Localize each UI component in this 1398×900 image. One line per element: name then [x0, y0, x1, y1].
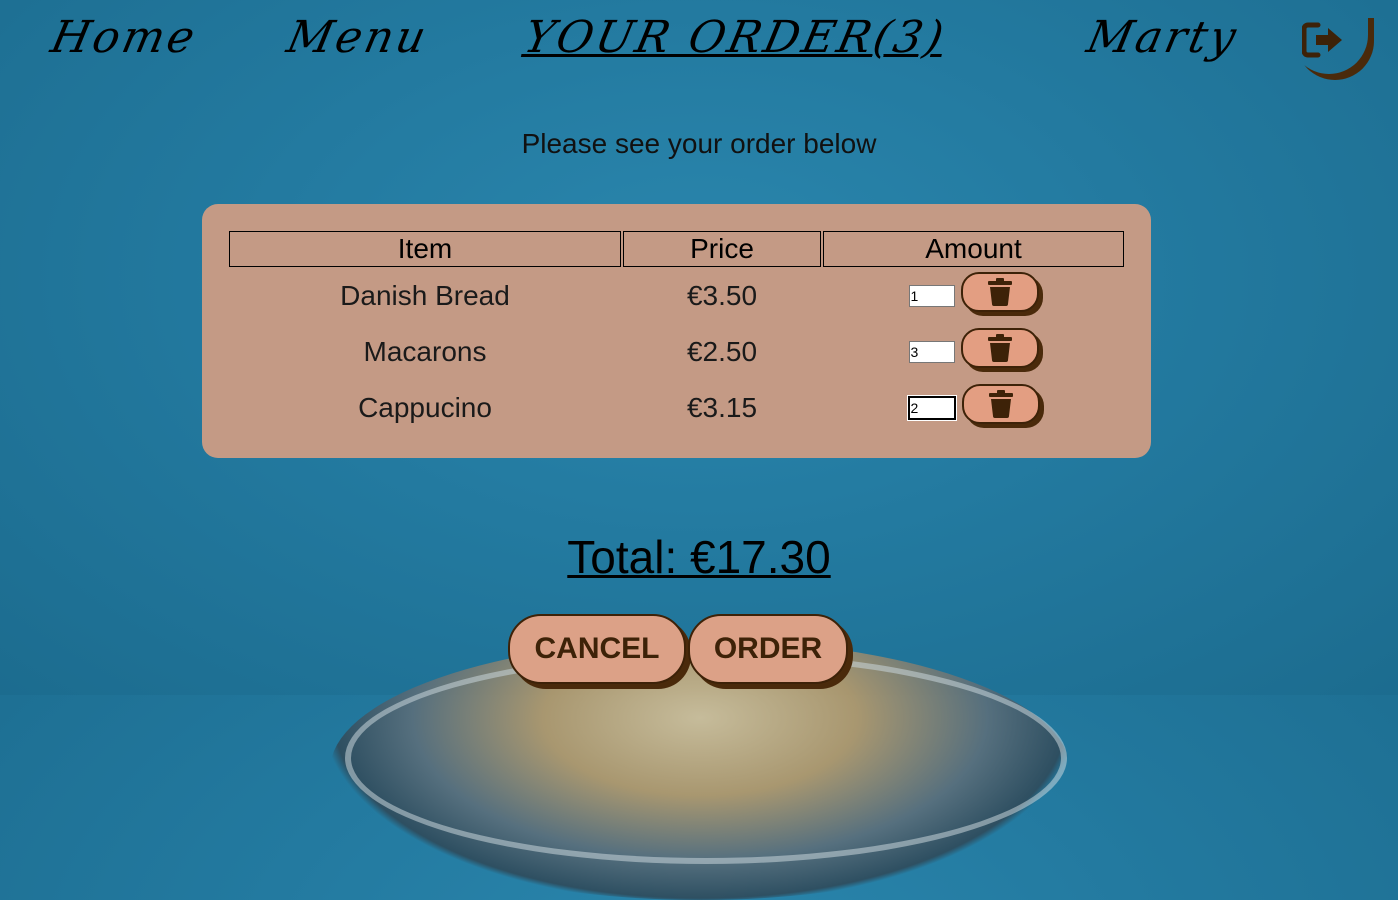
- row-amount-cell: [823, 381, 1124, 435]
- row-amount-cell: [823, 325, 1124, 379]
- order-button[interactable]: ORDER: [688, 614, 848, 684]
- page-subtitle: Please see your order below: [521, 128, 877, 159]
- background-bowl-rim: [345, 652, 1067, 864]
- quantity-stepper[interactable]: [906, 395, 957, 421]
- row-item-name: Macarons: [363, 336, 487, 367]
- delete-item-button[interactable]: [960, 272, 1039, 312]
- quantity-input[interactable]: [908, 285, 955, 307]
- sign-out-icon: [1302, 22, 1342, 58]
- header-amount: Amount: [823, 231, 1124, 267]
- nav-home-link[interactable]: Home: [47, 12, 202, 63]
- delete-item-button[interactable]: [961, 384, 1040, 424]
- row-item-name: Cappucino: [358, 392, 492, 423]
- order-table-header-row: Item Price Amount: [229, 231, 1124, 267]
- trash-icon: [987, 278, 1012, 306]
- header-item: Item: [229, 231, 621, 267]
- table-row: Danish Bread €3.50: [229, 269, 1124, 323]
- row-item-price: €3.50: [686, 280, 758, 311]
- row-amount-cell: [823, 269, 1124, 323]
- trash-icon: [988, 390, 1013, 418]
- order-total: Total: €17.30: [567, 531, 831, 583]
- row-item-name: Danish Bread: [340, 280, 510, 311]
- quantity-input[interactable]: [908, 341, 955, 363]
- row-item-price: €3.15: [686, 392, 758, 423]
- row-item-price: €2.50: [686, 336, 758, 367]
- nav-your-order-link[interactable]: YOUR ORDER(3): [520, 12, 951, 63]
- delete-item-button[interactable]: [960, 328, 1039, 368]
- trash-icon: [987, 334, 1012, 362]
- top-navigation: Home Menu YOUR ORDER(3) Marty: [0, 0, 1398, 90]
- nav-menu-link[interactable]: Menu: [283, 12, 434, 63]
- header-price: Price: [623, 231, 821, 267]
- nav-user-link[interactable]: Marty: [1083, 12, 1244, 63]
- logout-button[interactable]: [1290, 12, 1368, 74]
- table-row: Cappucino €3.15: [229, 381, 1124, 435]
- order-card: Item Price Amount Danish Bread €3.50 1 M…: [202, 204, 1151, 458]
- order-table: Item Price Amount Danish Bread €3.50 1 M…: [227, 229, 1126, 437]
- table-row: Macarons €2.50: [229, 325, 1124, 379]
- cancel-button[interactable]: CANCEL: [508, 614, 686, 684]
